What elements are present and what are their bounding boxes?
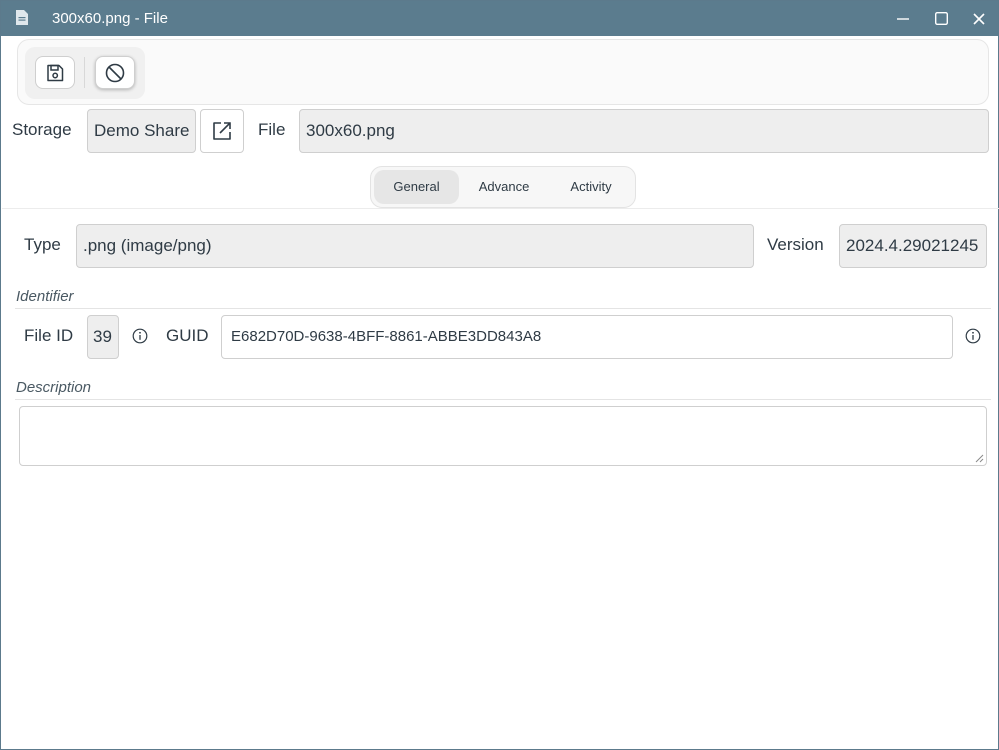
version-label: Version bbox=[767, 235, 824, 254]
minimize-button[interactable] bbox=[884, 1, 922, 36]
maximize-icon bbox=[934, 12, 948, 25]
external-link-icon bbox=[213, 122, 231, 140]
title-bar[interactable]: 300x60.png - File bbox=[1, 1, 998, 36]
storage-field: Demo Share bbox=[87, 109, 196, 153]
toolbar bbox=[17, 39, 989, 105]
type-label: Type bbox=[24, 235, 61, 254]
tab-divider bbox=[2, 208, 999, 209]
info-icon[interactable] bbox=[965, 328, 981, 344]
window-title: 300x60.png - File bbox=[52, 10, 168, 27]
info-icon[interactable] bbox=[132, 328, 148, 344]
identifier-section-title: Identifier bbox=[16, 288, 74, 305]
toolbar-group bbox=[25, 47, 145, 99]
tab-advance[interactable]: Advance bbox=[463, 170, 545, 204]
description-divider bbox=[15, 399, 991, 400]
cancel-button[interactable] bbox=[95, 56, 135, 89]
save-button[interactable] bbox=[35, 56, 75, 89]
minimize-icon bbox=[897, 17, 909, 20]
storage-label: Storage bbox=[12, 120, 72, 139]
guid-field[interactable]: E682D70D-9638-4BFF-8861-ABBE3DD843A8 bbox=[221, 315, 953, 359]
type-field: .png (image/png) bbox=[76, 224, 754, 268]
close-icon bbox=[973, 12, 985, 25]
identifier-divider bbox=[15, 308, 991, 309]
save-icon bbox=[47, 64, 64, 81]
file-name-field[interactable]: 300x60.png bbox=[299, 109, 989, 153]
document-icon bbox=[16, 10, 28, 25]
file-label: File bbox=[258, 120, 286, 139]
open-storage-button[interactable] bbox=[200, 109, 244, 153]
tab-bar: General Advance Activity bbox=[370, 166, 636, 208]
file-id-label: File ID bbox=[24, 326, 74, 345]
description-textarea[interactable] bbox=[19, 406, 987, 466]
maximize-button[interactable] bbox=[922, 1, 960, 36]
file-window: 300x60.png - File Storage Demo Share Fil… bbox=[0, 0, 999, 750]
tab-activity[interactable]: Activity bbox=[549, 170, 633, 204]
description-section-title: Description bbox=[16, 379, 92, 396]
version-field: 2024.4.29021245 bbox=[839, 224, 987, 268]
file-id-field: 39 bbox=[87, 315, 119, 359]
cancel-icon bbox=[105, 63, 125, 82]
tab-general[interactable]: General bbox=[374, 170, 459, 204]
close-button[interactable] bbox=[960, 1, 998, 36]
toolbar-divider bbox=[84, 57, 85, 88]
guid-label: GUID bbox=[166, 326, 209, 345]
resize-handle-icon[interactable] bbox=[975, 454, 984, 463]
